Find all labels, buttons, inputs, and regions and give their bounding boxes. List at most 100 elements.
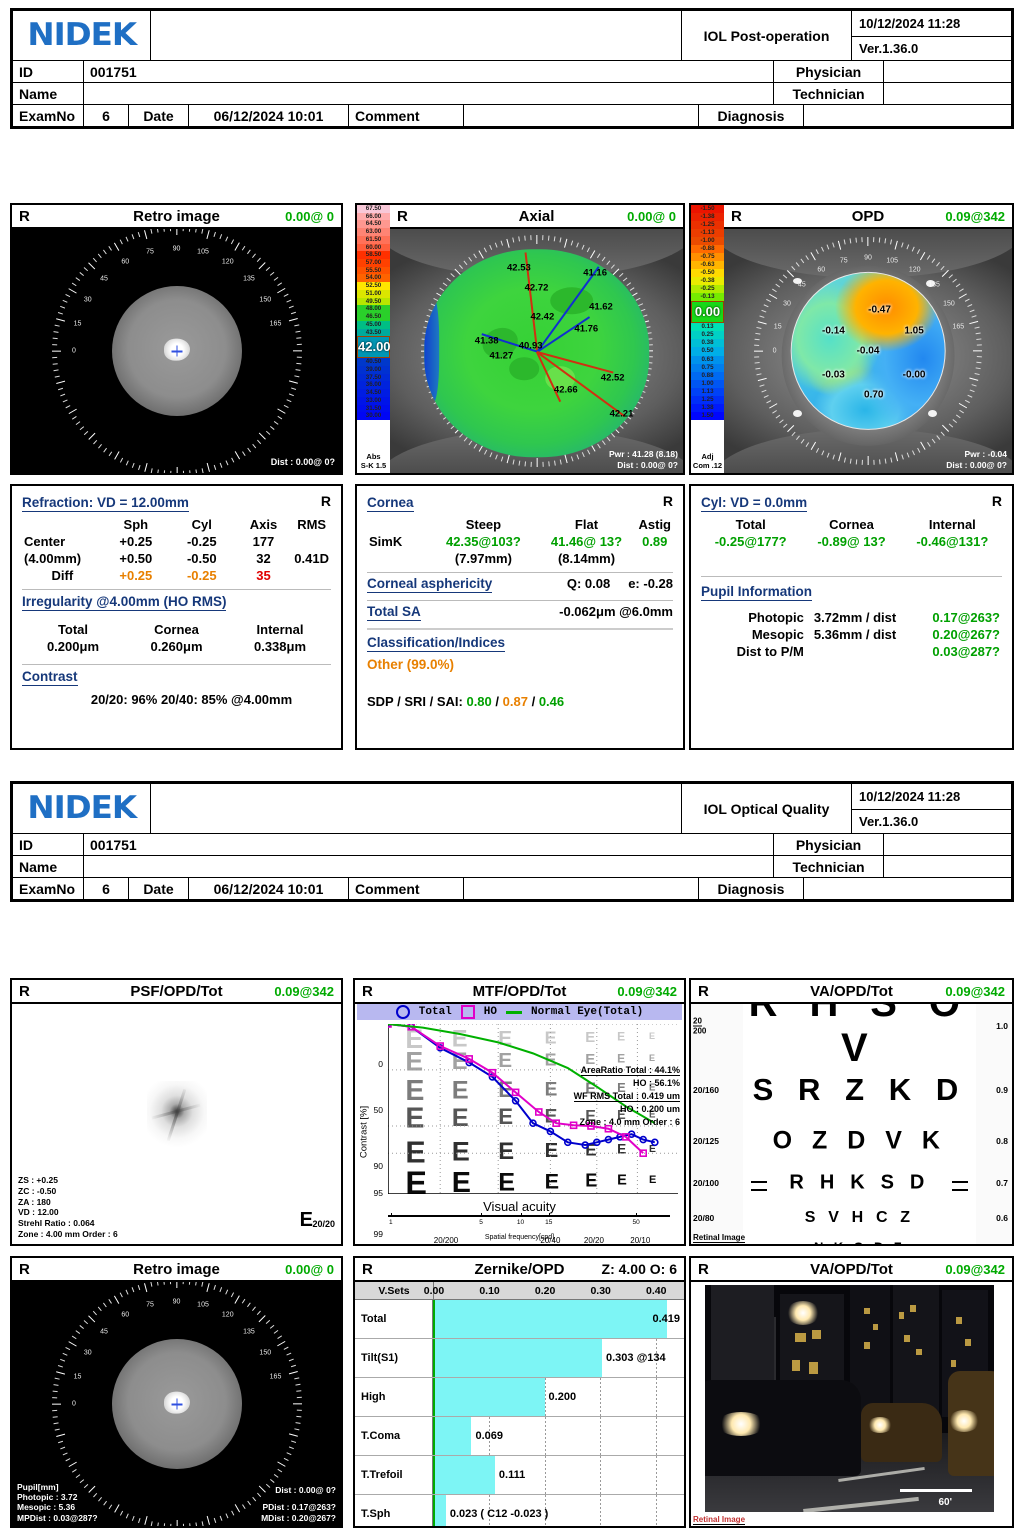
dial-degree-label: 135 [243, 275, 255, 283]
panel-title-bar: R VA/OPD/Tot 0.09@342 [691, 1258, 1012, 1282]
scale-tick: 0.63 [691, 355, 724, 364]
label-date: Date [128, 878, 188, 899]
dial-degree-label: 0 [72, 1400, 76, 1408]
dial-degree-label: 105 [886, 257, 899, 265]
psf-info-block: ZS : +0.25 ZC : -0.50 ZA : 180 VD : 12.0… [18, 1175, 118, 1240]
legend-circle-icon [395, 1005, 410, 1019]
photopic-label: Photopic [748, 610, 804, 625]
va-acuity-label-left: 20 200 [693, 1016, 707, 1036]
value-technician[interactable] [883, 856, 1011, 877]
window-light-11 [910, 1305, 916, 1313]
header-row-id: ID 001751 Physician [13, 833, 1011, 855]
zernike-bar [433, 1495, 446, 1526]
axial-color-scale: 67.50 66.00 64.50 63.00 61.50 60.00 58.50 57.00… [357, 205, 391, 473]
axial-k-value: 41.62 [589, 301, 613, 313]
value-diagnosis[interactable] [803, 105, 1011, 126]
value-examno[interactable]: 6 [83, 878, 128, 899]
night-scene-body: 60' Retinal Image [691, 1282, 1012, 1526]
va-reference-bar [952, 1181, 968, 1192]
col-internal: Internal [928, 517, 976, 532]
index-sai: 0.46 [538, 694, 565, 709]
panel-title-bar: R Axial 0.00@ 0 [390, 205, 683, 229]
va-acuity-label-left: 20/125 [693, 1135, 719, 1146]
scale-bar [900, 1489, 972, 1492]
scale-tick: 40.50 [357, 358, 390, 366]
retro-dist-label: Dist : 0.00@ 0? [270, 457, 335, 467]
scale-tick: 1.13 [691, 387, 724, 396]
va-chart-panel: R VA/OPD/Tot 0.09@342 202001.0R H S O V2… [689, 978, 1014, 1246]
panel-title-bar: R Retro image 0.00@ 0 [12, 205, 341, 229]
eye-label: R [19, 982, 30, 1000]
scale-tick: -0.38 [691, 277, 724, 286]
optotype-e: E [498, 1104, 513, 1129]
report-type-title: IOL Optical Quality [681, 784, 851, 833]
mtf-sftick: 10 [516, 1219, 525, 1226]
zernike-zero-line [433, 1417, 435, 1455]
value-name[interactable] [83, 83, 773, 104]
refraction-table: Sph Cyl Axis RMS Center +0.25 -0.25 177 … [22, 516, 331, 584]
dial-degree-label: 45 [100, 1328, 108, 1336]
psf-zc: ZC : -0.50 [18, 1185, 57, 1196]
dial-degree-label: 150 [259, 1349, 272, 1357]
label-name: Name [19, 85, 58, 102]
value-comment[interactable] [463, 105, 698, 126]
value-examno[interactable]: 6 [83, 105, 128, 126]
mtf-info-block: AreaRatio Total : 44.1% HO : 56.1% WF RM… [573, 1064, 680, 1129]
scale-tick: 46.50 [357, 313, 390, 321]
zernike-row-label: Tilt(S1) [355, 1339, 433, 1377]
scale-tick: 39.00 [357, 365, 390, 374]
scale-tick: 66.00 [357, 212, 390, 221]
opd-color-scale: -1.50 -1.38 -1.25 -1.13 -1.00 -0.88 -0.75 -0.63… [691, 205, 724, 473]
scale-tick: 54.00 [357, 274, 390, 283]
headlight-left [716, 1412, 765, 1437]
optotype-e: E [545, 1140, 559, 1162]
panel-value: 0.09@342 [617, 983, 677, 999]
window-light-4 [809, 1362, 818, 1374]
value-id[interactable]: 001751 [83, 61, 773, 82]
opd-point-value: -0.03 [822, 369, 845, 381]
value-name[interactable] [83, 856, 773, 877]
zone-axis: 32 [256, 551, 271, 566]
scale-tick: -1.25 [691, 221, 724, 230]
window-light-16 [950, 1359, 957, 1367]
value-physician[interactable] [883, 61, 1011, 82]
col-cornea: Cornea [829, 517, 874, 532]
value-id[interactable]: 001751 [83, 834, 773, 855]
axial-k-value: 40.93 [518, 340, 543, 352]
dial-degree-label: 135 [243, 1328, 255, 1336]
value-physician[interactable] [883, 834, 1011, 855]
value-technician[interactable] [883, 83, 1011, 104]
zernike-gridline [544, 1456, 546, 1494]
value-date[interactable]: 06/12/2024 10:01 [188, 878, 348, 899]
dial-degree-label: 165 [269, 320, 282, 328]
optotype-e: E [649, 1031, 655, 1041]
dial-degree-label: 15 [73, 320, 82, 328]
dial-degree-label: 150 [943, 300, 955, 308]
value-diagnosis[interactable] [803, 878, 1011, 899]
cyl-cornea: -0.89@ 13? [817, 534, 886, 549]
opd-map-body: R OPD 0.09@342 0153045607590105120135150… [724, 205, 1012, 473]
va-letter-row: S V H C Z [804, 1209, 915, 1227]
classification-title: Classification/Indices [367, 635, 506, 652]
scale-tick: 49.50 [357, 297, 390, 306]
panel-title-bar: R PSF/OPD/Tot 0.09@342 [12, 980, 341, 1004]
dial-degree-label: 165 [269, 1373, 282, 1381]
panel-value: 0.09@342 [274, 983, 334, 999]
zernike-row-label: Total [355, 1300, 433, 1338]
cyl-title: Cyl: VD = 0.0mm [701, 495, 808, 512]
zernike-value-label: 0.419 [652, 1313, 680, 1325]
scale-tick: 52.50 [357, 282, 390, 290]
optotype-e: E [405, 1102, 424, 1134]
dial-degree-label: 60 [121, 1311, 130, 1319]
col-cyl: Cyl [191, 517, 212, 532]
zernike-gridline [544, 1378, 546, 1416]
col-flat: Flat [574, 517, 599, 532]
mtf-sftick: 1 [389, 1219, 393, 1226]
zernike-value-label: 0.303 @134 [606, 1352, 666, 1364]
contrast-title: Contrast [22, 669, 78, 686]
mtf-sftick-mark [548, 1213, 550, 1217]
value-date[interactable]: 06/12/2024 10:01 [188, 105, 348, 126]
diff-cyl: -0.25 [186, 568, 217, 583]
value-comment[interactable] [463, 878, 698, 899]
scale-tick: 36.00 [357, 381, 390, 390]
